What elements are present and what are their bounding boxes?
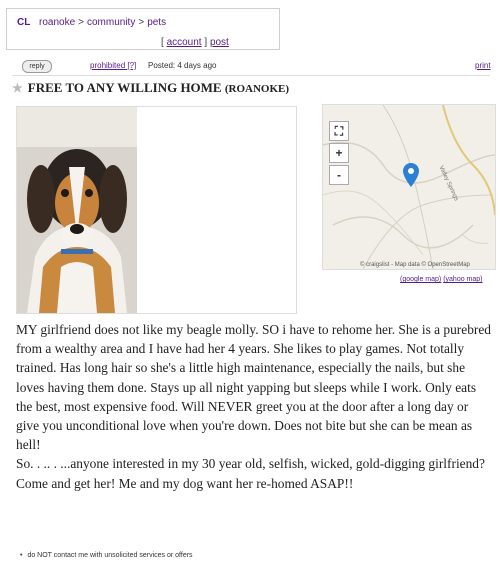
header-box: CL roanoke > community > pets [ account ] po… xyxy=(6,8,280,50)
posting-meta: reply prohibited [?] Posted: 4 days ago … xyxy=(0,60,500,76)
breadcrumb: roanoke > community > pets xyxy=(39,17,166,28)
body-paragraph: MY girlfriend does not like my beagle mo… xyxy=(16,322,492,453)
bracket: ] xyxy=(204,37,208,48)
beagle-photo xyxy=(17,107,137,313)
map-pin-icon[interactable] xyxy=(403,163,419,187)
post-link[interactable]: post xyxy=(210,37,229,48)
body-paragraph: So. . .. . ...anyone interested in my 30… xyxy=(16,456,485,491)
map-links: (google map) (yahoo map) xyxy=(400,276,483,283)
google-map-link[interactable]: (google map) xyxy=(400,276,441,283)
photo-panel[interactable] xyxy=(16,106,297,314)
posted-time: Posted: 4 days ago xyxy=(148,61,217,70)
reply-button[interactable]: reply xyxy=(22,60,52,73)
divider xyxy=(12,75,490,76)
title-text: FREE TO ANY WILLING HOME xyxy=(27,80,222,95)
star-icon[interactable]: ★ xyxy=(12,81,23,95)
yahoo-map-link[interactable]: (yahoo map) xyxy=(443,276,482,283)
zoom-out-button[interactable]: - xyxy=(329,165,349,185)
print-link[interactable]: print xyxy=(475,61,491,70)
posting-body: MY girlfriend does not like my beagle mo… xyxy=(16,320,492,493)
account-link[interactable]: account xyxy=(167,37,202,48)
zoom-in-button[interactable]: + xyxy=(329,143,349,163)
bracket: [ xyxy=(161,37,164,48)
breadcrumb-community[interactable]: community xyxy=(87,17,135,28)
breadcrumb-separator: > xyxy=(138,17,145,28)
fullscreen-button[interactable]: ⛶ xyxy=(329,121,349,141)
posting-title: ★ FREE TO ANY WILLING HOME (ROANOKE) xyxy=(12,80,289,96)
account-links: [ account ] post xyxy=(161,37,229,48)
breadcrumb-pets[interactable]: pets xyxy=(147,17,166,28)
breadcrumb-roanoke[interactable]: roanoke xyxy=(39,17,75,28)
map-attribution: © craigslist - Map data © OpenStreetMap xyxy=(360,262,470,268)
notice-text: do NOT contact me with unsolicited servi… xyxy=(27,552,193,559)
craigslist-logo[interactable]: CL xyxy=(17,17,30,28)
bullet-icon: • xyxy=(20,552,23,559)
contact-notice: • do NOT contact me with unsolicited serv… xyxy=(20,552,193,559)
location-map[interactable]: ⛶ + - Valley Springs xyxy=(322,104,496,270)
title-location: (ROANOKE) xyxy=(224,83,290,95)
breadcrumb-separator: > xyxy=(78,17,84,28)
prohibited-label: prohibited xyxy=(90,61,126,70)
help-icon: [?] xyxy=(127,61,137,70)
prohibited-link[interactable]: prohibited [?] xyxy=(90,61,136,70)
